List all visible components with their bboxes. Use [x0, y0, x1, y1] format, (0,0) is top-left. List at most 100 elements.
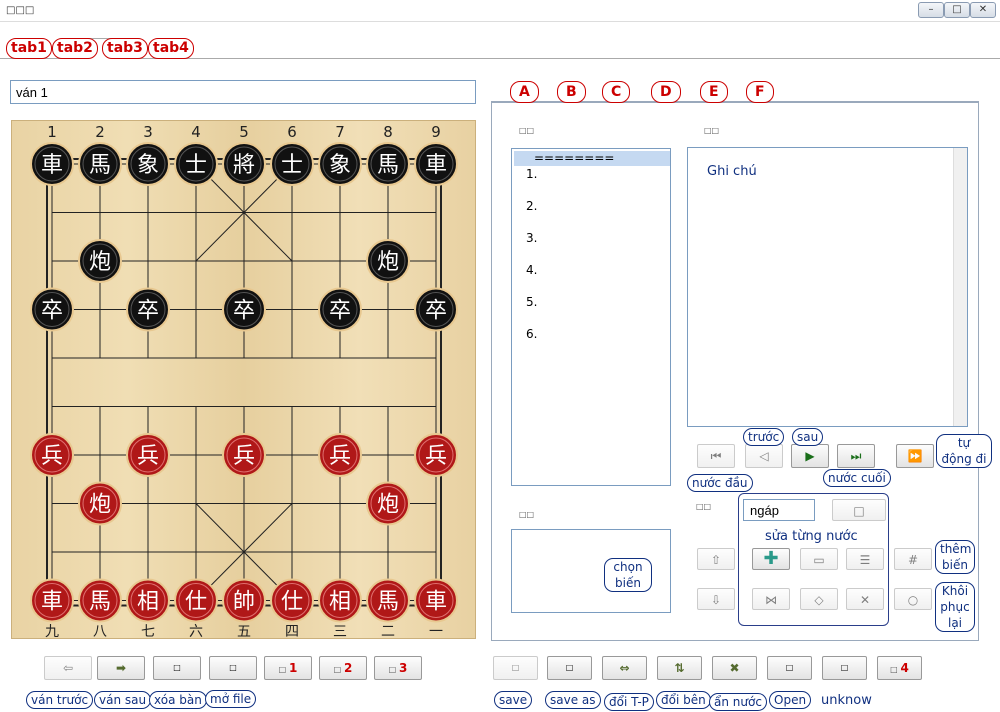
callout-save: save: [494, 691, 533, 709]
black-piece[interactable]: 車: [30, 142, 74, 186]
game-title-input[interactable]: [10, 80, 476, 104]
edit-input[interactable]: [743, 499, 815, 521]
delete-button[interactable]: ✕: [846, 588, 884, 610]
black-piece[interactable]: 馬: [366, 142, 410, 186]
red-piece[interactable]: 相: [318, 578, 362, 623]
last-move-button[interactable]: ⏭: [837, 444, 875, 468]
chess-board[interactable]: 123456789九八七六五四三二一車馬象士將士象馬車炮炮卒卒卒卒卒兵兵兵兵兵炮…: [11, 120, 476, 640]
tab-c[interactable]: C: [602, 81, 631, 103]
move-5[interactable]: 5.: [526, 295, 537, 309]
button-2[interactable]: □ 2: [319, 656, 367, 680]
red-piece[interactable]: 兵: [30, 433, 74, 477]
open-file-button[interactable]: □: [209, 656, 257, 680]
bottom-file-number: 一: [429, 624, 443, 640]
button-4[interactable]: □ 4: [877, 656, 922, 680]
maximize-button[interactable]: □: [944, 2, 970, 18]
svg-text:仕: 仕: [185, 590, 207, 615]
black-piece[interactable]: 士: [270, 142, 314, 186]
button-3-label: 3: [398, 661, 408, 675]
prev-game-button[interactable]: ⇦: [44, 656, 92, 680]
tab-2[interactable]: tab2: [52, 38, 98, 59]
move-3[interactable]: 3.: [526, 231, 537, 245]
black-piece[interactable]: 卒: [414, 287, 458, 332]
black-piece[interactable]: 炮: [366, 239, 410, 283]
red-piece[interactable]: 仕: [270, 578, 314, 623]
move-1[interactable]: 1.: [526, 167, 537, 181]
next-game-button[interactable]: ➡: [97, 656, 145, 680]
tab-3[interactable]: tab3: [102, 38, 148, 59]
tab-a[interactable]: A: [510, 81, 539, 103]
tab-b[interactable]: B: [557, 81, 586, 103]
swap-side-button[interactable]: ⇅: [657, 656, 702, 680]
tab-d[interactable]: D: [651, 81, 681, 103]
button-2-label: 2: [343, 661, 353, 675]
next-move-button[interactable]: ▶: [791, 444, 829, 468]
notes-scrollbar[interactable]: [953, 148, 967, 426]
red-piece[interactable]: 兵: [318, 433, 362, 477]
red-piece[interactable]: 車: [414, 578, 458, 623]
black-piece[interactable]: 馬: [78, 142, 122, 186]
list-button[interactable]: ☰: [846, 548, 884, 570]
red-piece[interactable]: 炮: [366, 481, 410, 526]
black-piece[interactable]: 車: [414, 142, 458, 186]
hide-moves-button[interactable]: ✖: [712, 656, 757, 680]
add-variation-button[interactable]: #: [894, 548, 932, 570]
button-3[interactable]: □ 3: [374, 656, 422, 680]
clear-board-button[interactable]: □: [153, 656, 201, 680]
black-piece[interactable]: 象: [126, 142, 170, 186]
callout-clear-board: xóa bàn: [149, 691, 207, 709]
close-button[interactable]: ✕: [970, 2, 996, 18]
add-move-button[interactable]: ✚: [752, 548, 790, 570]
tab-e[interactable]: E: [700, 81, 728, 103]
unknow-button[interactable]: □: [822, 656, 867, 680]
red-piece[interactable]: 車: [30, 578, 74, 623]
diamond-button[interactable]: ◇: [800, 588, 838, 610]
red-piece[interactable]: 帥: [222, 578, 266, 623]
auto-play-button[interactable]: ⏩: [896, 444, 934, 468]
variation-up-button[interactable]: ⇧: [697, 548, 735, 570]
black-piece[interactable]: 卒: [126, 287, 170, 332]
tab-f[interactable]: F: [746, 81, 774, 103]
black-piece[interactable]: 卒: [222, 287, 266, 332]
edit-ok-button[interactable]: □: [832, 499, 886, 521]
open-button[interactable]: □: [767, 656, 812, 680]
tab-1[interactable]: tab1: [6, 38, 52, 59]
callout-auto: tự động đi: [936, 434, 992, 468]
red-piece[interactable]: 兵: [126, 433, 170, 477]
black-piece[interactable]: 象: [318, 142, 362, 186]
black-piece[interactable]: 炮: [78, 239, 122, 283]
svg-text:卒: 卒: [329, 299, 351, 324]
top-file-number: 8: [383, 123, 393, 141]
move-4[interactable]: 4.: [526, 263, 537, 277]
red-piece[interactable]: 仕: [174, 578, 218, 623]
move-6[interactable]: 6.: [526, 327, 537, 341]
tab-4[interactable]: tab4: [148, 38, 194, 59]
move-list[interactable]: ======== 1. 2. 3. 4. 5. 6.: [511, 148, 671, 486]
movelist-header[interactable]: ========: [534, 151, 614, 165]
restore-button[interactable]: ○: [894, 588, 932, 610]
red-piece[interactable]: 兵: [414, 433, 458, 477]
black-piece[interactable]: 士: [174, 142, 218, 186]
red-piece[interactable]: 炮: [78, 481, 122, 526]
red-piece[interactable]: 馬: [366, 578, 410, 623]
swap-tp-button[interactable]: ⇔: [602, 656, 647, 680]
variation-down-button[interactable]: ⇩: [697, 588, 735, 610]
red-piece[interactable]: 相: [126, 578, 170, 623]
first-move-button[interactable]: ⏮: [697, 444, 735, 468]
svg-text:士: 士: [281, 153, 303, 178]
black-piece[interactable]: 卒: [318, 287, 362, 332]
red-piece[interactable]: 兵: [222, 433, 266, 477]
black-piece[interactable]: 將: [222, 142, 266, 186]
red-piece[interactable]: 馬: [78, 578, 122, 623]
button-1[interactable]: □ 1: [264, 656, 312, 680]
remove-move-button[interactable]: ▭: [800, 548, 838, 570]
black-piece[interactable]: 卒: [30, 287, 74, 332]
notes-area[interactable]: Ghi chú: [687, 147, 968, 427]
notes-text[interactable]: Ghi chú: [707, 164, 757, 179]
prev-move-button[interactable]: ◁: [745, 444, 783, 468]
swap-button[interactable]: ⋈: [752, 588, 790, 610]
save-button[interactable]: □: [493, 656, 538, 680]
move-2[interactable]: 2.: [526, 199, 537, 213]
minimize-button[interactable]: –: [918, 2, 944, 18]
save-as-button[interactable]: □: [547, 656, 592, 680]
